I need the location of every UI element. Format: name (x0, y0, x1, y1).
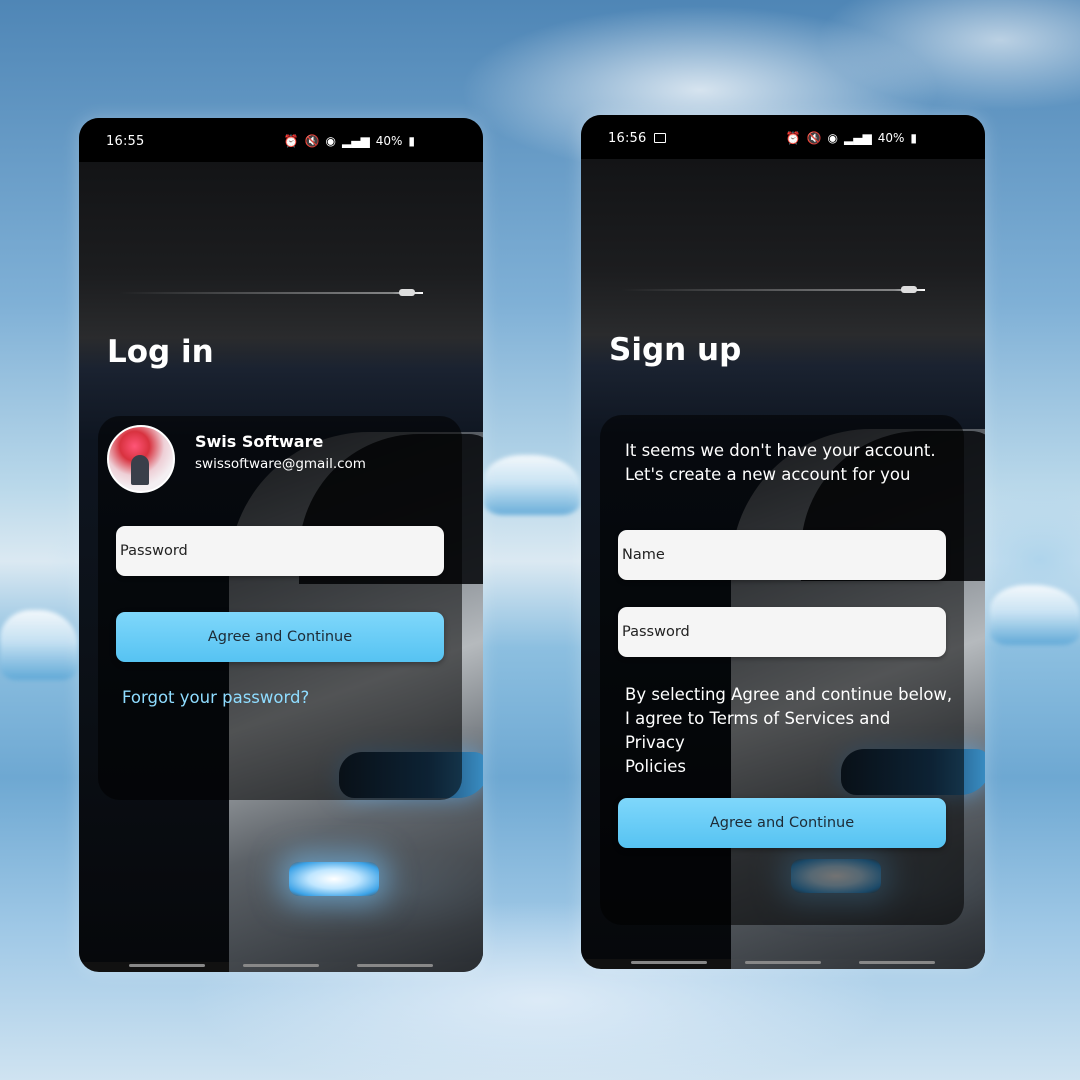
status-icons: ⏰ 🔇 ◉ ▂▄▆ 40% ▮ (786, 131, 917, 145)
gesture-indicator (631, 961, 707, 964)
signup-intro-text: It seems we don't have your account. Let… (625, 441, 936, 484)
password-input[interactable] (618, 607, 946, 657)
signup-card: It seems we don't have your account. Let… (600, 415, 964, 925)
gesture-indicator (357, 964, 433, 967)
avatar (107, 425, 175, 493)
page-title: Sign up (609, 332, 742, 368)
background-iceberg (484, 455, 580, 515)
battery-level: 40% (375, 134, 403, 148)
avatar-figure (131, 455, 149, 485)
ceiling-lamp (399, 289, 415, 296)
mute-icon: 🔇 (806, 131, 822, 145)
status-icons: ⏰ 🔇 ◉ ▂▄▆ 40% ▮ (284, 134, 415, 148)
page-title: Log in (107, 334, 214, 370)
agree-continue-button[interactable]: Agree and Continue (618, 798, 946, 848)
agree-continue-button[interactable]: Agree and Continue (116, 612, 444, 662)
status-time: 16:56 (608, 131, 667, 146)
ceiling-light (119, 292, 423, 294)
ceiling-light (621, 289, 925, 291)
login-phone-screen: 16:55 ⏰ 🔇 ◉ ▂▄▆ 40% ▮ Log in Swis Softwa… (79, 118, 483, 972)
status-bar: 16:55 ⏰ 🔇 ◉ ▂▄▆ 40% ▮ (79, 118, 483, 162)
background-iceberg (0, 610, 78, 680)
ceiling-lamp (901, 286, 917, 293)
hotspot-icon: ◉ (827, 131, 839, 145)
alarm-icon: ⏰ (785, 131, 801, 145)
background-iceberg (990, 585, 1080, 645)
gesture-indicator (243, 964, 319, 967)
status-time-text: 16:56 (608, 131, 647, 146)
login-card: Swis Software swissoftware@gmail.com Agr… (98, 416, 462, 800)
gesture-bar (581, 961, 985, 965)
terms-text: By selecting Agree and continue below, I… (625, 685, 953, 776)
gesture-bar (79, 964, 483, 968)
gesture-indicator (859, 961, 935, 964)
status-time: 16:55 (106, 134, 145, 149)
gallery-icon (654, 133, 667, 143)
gesture-indicator (129, 964, 205, 967)
signal-icon: ▂▄▆ (844, 131, 872, 145)
account-email: swissoftware@gmail.com (195, 456, 366, 472)
status-bar: 16:56 ⏰ 🔇 ◉ ▂▄▆ 40% ▮ (581, 115, 985, 159)
signal-icon: ▂▄▆ (342, 134, 370, 148)
car-foglight (289, 862, 379, 896)
battery-icon: ▮ (910, 131, 917, 145)
alarm-icon: ⏰ (283, 134, 299, 148)
forgot-password-link[interactable]: Forgot your password? (122, 688, 309, 707)
mute-icon: 🔇 (304, 134, 320, 148)
signup-phone-screen: 16:56 ⏰ 🔇 ◉ ▂▄▆ 40% ▮ Sign up It seems w… (581, 115, 985, 969)
battery-level: 40% (877, 131, 905, 145)
account-name: Swis Software (195, 432, 324, 451)
gesture-indicator (745, 961, 821, 964)
password-input[interactable] (116, 526, 444, 576)
name-input[interactable] (618, 530, 946, 580)
battery-icon: ▮ (408, 134, 415, 148)
hotspot-icon: ◉ (325, 134, 337, 148)
